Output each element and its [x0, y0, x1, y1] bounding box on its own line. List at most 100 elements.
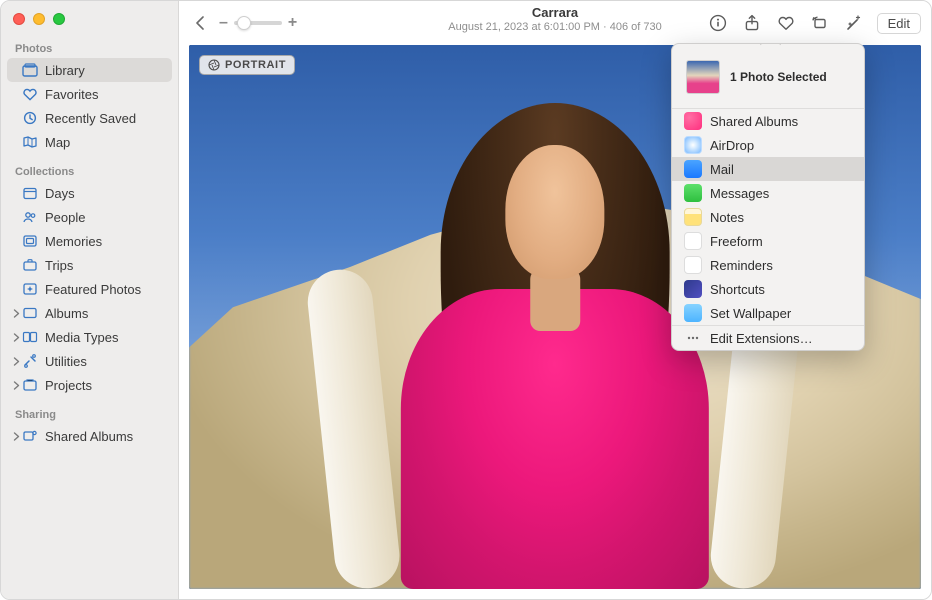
album-icon — [21, 305, 39, 321]
auto-enhance-button[interactable] — [843, 12, 865, 34]
portrait-aperture-icon — [208, 59, 220, 71]
share-item-label: Set Wallpaper — [710, 306, 791, 321]
people-icon — [21, 209, 39, 225]
sidebar-item-memories[interactable]: Memories — [7, 229, 172, 253]
share-edit-extensions-label: Edit Extensions… — [710, 331, 813, 346]
sidebar-item-projects[interactable]: Projects — [7, 373, 172, 397]
pi-wallpaper-icon — [684, 304, 702, 322]
zoom-in-button[interactable]: + — [288, 15, 297, 31]
sidebar-item-media-types[interactable]: Media Types — [7, 325, 172, 349]
share-item-label: Messages — [710, 186, 769, 201]
sidebar-item-favorites[interactable]: Favorites — [7, 82, 172, 106]
share-thumbnail — [686, 60, 720, 94]
toolbar-title-group: Carrara August 21, 2023 at 6:01:00 PM · … — [448, 5, 661, 33]
heart-icon — [21, 86, 39, 102]
share-item-label: Shared Albums — [710, 114, 798, 129]
edit-button[interactable]: Edit — [877, 13, 921, 34]
photo-title: Carrara — [448, 5, 661, 20]
suitcase-icon — [21, 257, 39, 273]
favorite-button[interactable] — [775, 12, 797, 34]
share-edit-extensions[interactable]: Edit Extensions… — [672, 326, 864, 350]
close-window-button[interactable] — [13, 13, 25, 25]
share-item-label: Mail — [710, 162, 734, 177]
sidebar-item-label: Featured Photos — [45, 282, 164, 297]
share-header: 1 Photo Selected — [672, 44, 864, 108]
share-item-reminders[interactable]: Reminders — [672, 253, 864, 277]
pi-shared-icon — [684, 112, 702, 130]
share-item-label: Notes — [710, 210, 744, 225]
sparkle-icon — [21, 281, 39, 297]
sidebar-item-map[interactable]: Map — [7, 130, 172, 154]
sidebar-item-label: Library — [45, 63, 164, 78]
utilities-icon — [21, 353, 39, 369]
pi-notes-icon — [684, 208, 702, 226]
shared-album-icon — [21, 428, 39, 444]
sidebar-item-label: Media Types — [45, 330, 164, 345]
main-content: – + Carrara August 21, 2023 at 6:01:00 P… — [179, 1, 931, 599]
clock-icon — [21, 110, 39, 126]
back-button[interactable] — [189, 12, 211, 34]
calendar-icon — [21, 185, 39, 201]
sidebar-section-title: Sharing — [1, 405, 178, 424]
chevron-right-icon[interactable] — [11, 333, 21, 342]
minimize-window-button[interactable] — [33, 13, 45, 25]
sidebar-item-label: Shared Albums — [45, 429, 164, 444]
photo-subtitle: August 21, 2023 at 6:01:00 PM · 406 of 7… — [448, 21, 661, 33]
share-item-messages[interactable]: Messages — [672, 181, 864, 205]
share-popover: 1 Photo Selected Shared Albums AirDrop Mai… — [671, 43, 865, 351]
sidebar-item-people[interactable]: People — [7, 205, 172, 229]
memories-icon — [21, 233, 39, 249]
pi-reminders-icon — [684, 256, 702, 274]
info-button[interactable] — [707, 12, 729, 34]
sidebar-item-utilities[interactable]: Utilities — [7, 349, 172, 373]
sidebar-item-label: Days — [45, 186, 164, 201]
share-item-mail[interactable]: Mail — [672, 157, 864, 181]
sidebar-section-title: Photos — [1, 39, 178, 58]
zoom-control: – + — [219, 15, 297, 31]
share-item-shared-albums[interactable]: Shared Albums — [672, 109, 864, 133]
zoom-window-button[interactable] — [53, 13, 65, 25]
sidebar-item-albums[interactable]: Albums — [7, 301, 172, 325]
projects-icon — [21, 377, 39, 393]
share-item-set-wallpaper[interactable]: Set Wallpaper — [672, 301, 864, 325]
chevron-right-icon[interactable] — [11, 357, 21, 366]
media-icon — [21, 329, 39, 345]
zoom-slider-knob[interactable] — [237, 16, 251, 30]
zoom-out-button[interactable]: – — [219, 15, 228, 31]
sidebar-item-featured-photos[interactable]: Featured Photos — [7, 277, 172, 301]
sidebar-item-shared-albums[interactable]: Shared Albums — [7, 424, 172, 448]
zoom-slider[interactable] — [234, 21, 282, 25]
share-item-shortcuts[interactable]: Shortcuts — [672, 277, 864, 301]
extensions-icon — [684, 329, 702, 347]
sidebar-item-label: Albums — [45, 306, 164, 321]
window-controls — [1, 9, 178, 39]
map-icon — [21, 134, 39, 150]
library-icon — [21, 62, 39, 78]
sidebar-item-recently-saved[interactable]: Recently Saved — [7, 106, 172, 130]
share-selected-count: 1 Photo Selected — [730, 70, 827, 84]
rotate-button[interactable] — [809, 12, 831, 34]
sidebar-item-days[interactable]: Days — [7, 181, 172, 205]
share-item-label: Freeform — [710, 234, 763, 249]
chevron-right-icon[interactable] — [11, 309, 21, 318]
portrait-badge-label: PORTRAIT — [225, 59, 286, 71]
portrait-badge[interactable]: PORTRAIT — [199, 55, 295, 75]
share-item-label: AirDrop — [710, 138, 754, 153]
pi-mail-icon — [684, 160, 702, 178]
share-item-notes[interactable]: Notes — [672, 205, 864, 229]
sidebar-item-library[interactable]: Library — [7, 58, 172, 82]
chevron-right-icon[interactable] — [11, 432, 21, 441]
pi-messages-icon — [684, 184, 702, 202]
sidebar-item-label: Memories — [45, 234, 164, 249]
pi-freeform-icon — [684, 232, 702, 250]
share-item-freeform[interactable]: Freeform — [672, 229, 864, 253]
sidebar-item-label: Recently Saved — [45, 111, 164, 126]
share-button[interactable] — [741, 12, 763, 34]
share-item-label: Reminders — [710, 258, 773, 273]
sidebar-item-label: Trips — [45, 258, 164, 273]
sidebar-item-trips[interactable]: Trips — [7, 253, 172, 277]
sidebar-item-label: People — [45, 210, 164, 225]
chevron-right-icon[interactable] — [11, 381, 21, 390]
pi-airdrop-icon — [684, 136, 702, 154]
share-item-airdrop[interactable]: AirDrop — [672, 133, 864, 157]
